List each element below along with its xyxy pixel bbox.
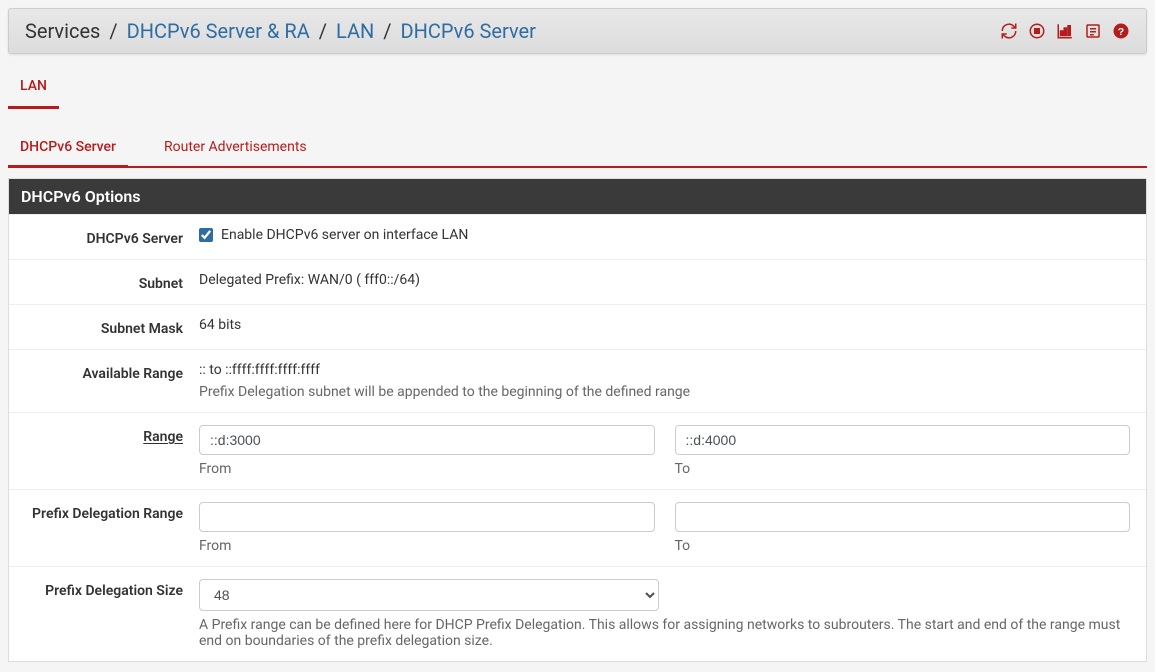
label-available-range: Available Range: [9, 362, 199, 400]
breadcrumb-level1[interactable]: DHCPv6 Server & RA: [127, 19, 310, 43]
label-pd-range: Prefix Delegation Range: [9, 502, 199, 554]
row-available-range: Available Range :: to ::ffff:ffff:ffff:f…: [9, 349, 1146, 412]
enable-dhcpv6-checkbox[interactable]: [199, 228, 213, 242]
pd-range-to-input[interactable]: [675, 502, 1131, 532]
enable-dhcpv6-label: Enable DHCPv6 server on interface LAN: [221, 227, 468, 243]
value-subnet: Delegated Prefix: WAN/0 ( fff0::/64): [199, 272, 1146, 292]
page-header: Services / DHCPv6 Server & RA / LAN / DH…: [8, 8, 1147, 54]
log-icon[interactable]: [1084, 22, 1102, 40]
row-subnet: Subnet Delegated Prefix: WAN/0 ( fff0::/…: [9, 259, 1146, 304]
range-from-label: From: [199, 461, 655, 477]
label-range: Range: [9, 425, 199, 477]
breadcrumb-root: Services: [25, 19, 100, 43]
stats-icon[interactable]: [1056, 22, 1074, 40]
help-pd-size: A Prefix range can be defined here for D…: [199, 617, 1130, 649]
row-pd-range: Prefix Delegation Range From To: [9, 489, 1146, 566]
panel-title: DHCPv6 Options: [9, 179, 1146, 214]
value-subnet-mask: 64 bits: [199, 317, 1146, 337]
help-available-range: Prefix Delegation subnet will be appende…: [199, 384, 1130, 400]
tab-dhcpv6-server[interactable]: DHCPv6 Server: [8, 129, 128, 168]
stop-icon[interactable]: [1028, 22, 1046, 40]
label-subnet-mask: Subnet Mask: [9, 317, 199, 337]
header-action-icons: ?: [1000, 22, 1130, 40]
breadcrumb-sep: /: [383, 19, 391, 43]
label-pd-size: Prefix Delegation Size: [9, 579, 199, 649]
range-to-input[interactable]: [675, 425, 1131, 455]
dhcpv6-options-panel: DHCPv6 Options DHCPv6 Server Enable DHCP…: [8, 178, 1147, 662]
breadcrumb: Services / DHCPv6 Server & RA / LAN / DH…: [25, 19, 536, 43]
pd-size-select[interactable]: 48: [199, 579, 659, 611]
value-available-range: :: to ::ffff:ffff:ffff:ffff: [199, 362, 1130, 378]
tab-router-advertisements[interactable]: Router Advertisements: [152, 129, 319, 168]
row-subnet-mask: Subnet Mask 64 bits: [9, 304, 1146, 349]
pd-range-to-label: To: [675, 538, 1131, 554]
breadcrumb-level2[interactable]: LAN: [336, 19, 374, 43]
label-subnet: Subnet: [9, 272, 199, 292]
breadcrumb-level3[interactable]: DHCPv6 Server: [400, 19, 535, 43]
label-dhcpv6-server: DHCPv6 Server: [9, 227, 199, 247]
row-pd-size: Prefix Delegation Size 48 A Prefix range…: [9, 566, 1146, 661]
pd-range-from-input[interactable]: [199, 502, 655, 532]
range-to-label: To: [675, 461, 1131, 477]
refresh-icon[interactable]: [1000, 22, 1018, 40]
help-icon[interactable]: ?: [1112, 22, 1130, 40]
row-range: Range From To: [9, 412, 1146, 489]
svg-text:?: ?: [1118, 26, 1124, 38]
pd-range-from-label: From: [199, 538, 655, 554]
breadcrumb-sep: /: [319, 19, 327, 43]
enable-dhcpv6-checkbox-row[interactable]: Enable DHCPv6 server on interface LAN: [199, 227, 1130, 243]
tabs-secondary: DHCPv6 Server Router Advertisements: [8, 129, 1147, 168]
row-dhcpv6-server: DHCPv6 Server Enable DHCPv6 server on in…: [9, 214, 1146, 259]
range-from-input[interactable]: [199, 425, 655, 455]
tabs-primary: LAN: [8, 66, 1147, 109]
tab-lan[interactable]: LAN: [8, 66, 59, 109]
breadcrumb-sep: /: [109, 19, 117, 43]
